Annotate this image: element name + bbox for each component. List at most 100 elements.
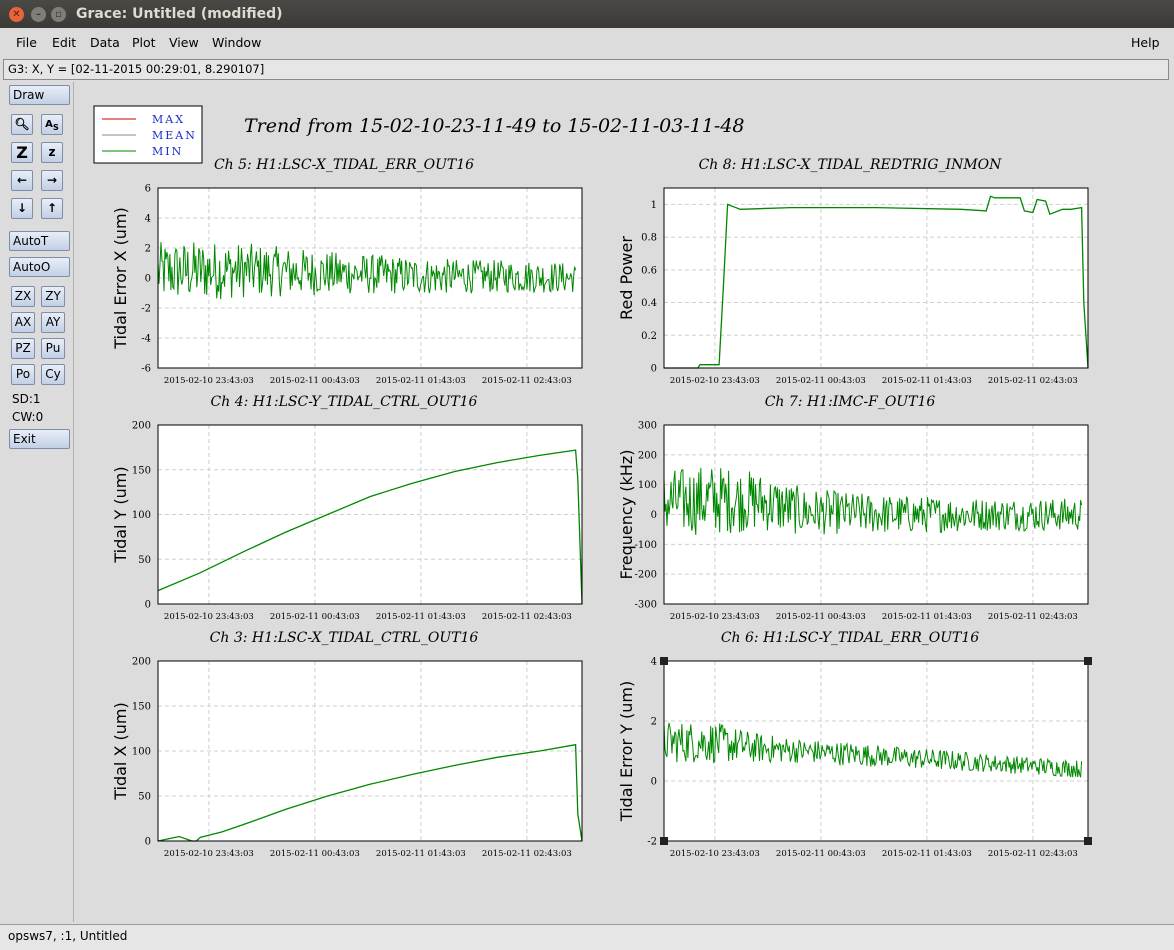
zoom-in-icon[interactable]: Z — [11, 142, 33, 163]
legend-max-label: MAX — [152, 113, 185, 126]
chart-title: Ch 5: H1:LSC-X_TIDAL_ERR_OUT16 — [214, 157, 474, 173]
y-tick-label: 4 — [145, 214, 151, 225]
close-window-icon[interactable]: ✕ — [9, 7, 24, 22]
y-tick-label: 200 — [132, 421, 151, 432]
y-tick-label: 100 — [638, 480, 657, 491]
plot-area[interactable]: MAX MEAN MIN Trend from 15-02-10-23-11-4… — [76, 80, 1160, 898]
zx-button[interactable]: ZX — [11, 286, 35, 307]
y-tick-label: -300 — [635, 600, 657, 611]
menu-file[interactable]: File — [16, 35, 37, 50]
menu-window[interactable]: Window — [212, 35, 261, 50]
legend-min-label: MIN — [152, 145, 183, 158]
y-tick-label: 300 — [638, 421, 657, 432]
graph-canvas[interactable]: MAX MEAN MIN Trend from 15-02-10-23-11-4… — [76, 80, 1160, 898]
y-tick-label: 200 — [132, 657, 151, 668]
window-title: Grace: Untitled (modified) — [76, 6, 283, 22]
chart-6: 4 2 0 -2 2015-02-10 23:43:03 2015-02-11 00:43… — [617, 630, 1089, 859]
maximize-window-icon[interactable]: ▫ — [51, 7, 66, 22]
cw-label: CW:0 — [12, 410, 44, 424]
y-tick-label: 200 — [638, 450, 657, 461]
zoom-out-icon[interactable]: z — [41, 142, 63, 163]
chart-title: Ch 6: H1:LSC-Y_TIDAL_ERR_OUT16 — [721, 630, 979, 646]
chart-title: Ch 8: H1:LSC-X_TIDAL_REDTRIG_INMON — [699, 157, 1003, 173]
arrow-down-icon[interactable]: ↓ — [11, 198, 33, 219]
y-tick-label: 0 — [651, 510, 657, 521]
arrow-right-icon[interactable]: → — [41, 170, 63, 191]
selection-handle — [1084, 657, 1092, 665]
chart-title: Ch 3: H1:LSC-X_TIDAL_CTRL_OUT16 — [210, 630, 479, 646]
x-tick-label: 2015-02-11 00:43:03 — [270, 612, 360, 622]
chart-1: 6 4 2 0 -2 -4 -6 2015-02-10 23:43:03 2015-02-11 … — [111, 157, 583, 386]
canvas-scroll-area[interactable] — [76, 898, 1160, 922]
autoo-button[interactable]: AutoO — [9, 257, 70, 277]
zoom-icon[interactable]: 🔍︎ — [11, 114, 33, 135]
x-tick-label: 2015-02-11 00:43:03 — [776, 612, 866, 622]
x-tick-label: 2015-02-10 23:43:03 — [164, 849, 254, 859]
x-tick-label: 2015-02-11 01:43:03 — [376, 849, 466, 859]
menu-plot[interactable]: Plot — [132, 35, 156, 50]
x-tick-label: 2015-02-11 01:43:03 — [882, 612, 972, 622]
y-tick-label: 0.4 — [641, 298, 657, 309]
x-tick-label: 2015-02-11 00:43:03 — [776, 849, 866, 859]
x-tick-label: 2015-02-11 02:43:03 — [482, 612, 572, 622]
x-tick-label: 2015-02-10 23:43:03 — [164, 612, 254, 622]
exit-button[interactable]: Exit — [9, 429, 70, 449]
cy-button[interactable]: Cy — [41, 364, 65, 385]
ay-button[interactable]: AY — [41, 312, 65, 333]
y-tick-label: 0 — [651, 777, 657, 788]
y-tick-label: 6 — [145, 184, 151, 195]
chart-title: Ch 4: H1:LSC-Y_TIDAL_CTRL_OUT16 — [211, 394, 478, 410]
y-tick-label: 0 — [145, 837, 151, 848]
legend-box[interactable]: MAX MEAN MIN — [93, 105, 203, 164]
y-tick-label: -2 — [647, 837, 657, 848]
x-tick-label: 2015-02-11 01:43:03 — [882, 376, 972, 386]
x-tick-label: 2015-02-11 00:43:03 — [270, 376, 360, 386]
x-tick-label: 2015-02-11 01:43:03 — [376, 376, 466, 386]
tool-panel: Draw 🔍︎ AS Z z ← → ↓ ↑ AutoT AutoO ZX ZY… — [4, 82, 74, 922]
pu-button[interactable]: Pu — [41, 338, 65, 359]
pz-button[interactable]: PZ — [11, 338, 35, 359]
minimize-window-icon[interactable]: – — [31, 7, 46, 22]
title-bar: ✕ – ▫ Grace: Untitled (modified) — [0, 0, 1174, 28]
autot-button[interactable]: AutoT — [9, 231, 70, 251]
draw-button[interactable]: Draw — [9, 85, 70, 105]
y-axis-label: Tidal Y (um) — [111, 466, 130, 563]
y-tick-label: 50 — [138, 792, 151, 803]
y-tick-label: 1 — [651, 200, 657, 211]
menu-bar: File Edit Data Plot View Window Help — [0, 28, 1174, 58]
arrow-up-icon[interactable]: ↑ — [41, 198, 63, 219]
x-tick-label: 2015-02-11 00:43:03 — [270, 849, 360, 859]
y-tick-label: 0 — [145, 600, 151, 611]
zy-button[interactable]: ZY — [41, 286, 65, 307]
sd-label: SD:1 — [12, 392, 41, 406]
menu-data[interactable]: Data — [90, 35, 120, 50]
x-tick-label: 2015-02-10 23:43:03 — [670, 849, 760, 859]
y-tick-label: 4 — [651, 657, 657, 668]
menu-edit[interactable]: Edit — [52, 35, 76, 50]
y-tick-label: -4 — [141, 334, 151, 345]
y-tick-label: -6 — [141, 364, 151, 375]
menu-view[interactable]: View — [169, 35, 199, 50]
chart-5: 200 150 100 50 0 2015-02-10 23:43:03 2015-02-1… — [111, 630, 583, 859]
x-tick-label: 2015-02-11 01:43:03 — [376, 612, 466, 622]
legend-mean-label: MEAN — [152, 129, 197, 142]
locator-readout: G3: X, Y = [02-11-2015 00:29:01, 8.29010… — [3, 59, 1169, 80]
y-tick-label: 0.8 — [641, 233, 657, 244]
autoscale-text-icon[interactable]: AS — [41, 114, 63, 135]
arrow-left-icon[interactable]: ← — [11, 170, 33, 191]
y-axis-label: Tidal X (um) — [111, 702, 130, 800]
menu-help[interactable]: Help — [1131, 35, 1160, 50]
y-tick-label: 100 — [132, 747, 151, 758]
y-axis-label: Frequency (kHz) — [617, 450, 636, 580]
po-button[interactable]: Po — [11, 364, 35, 385]
y-axis-label: Tidal Error Y (um) — [617, 681, 636, 822]
x-tick-label: 2015-02-11 02:43:03 — [988, 849, 1078, 859]
y-tick-label: 150 — [132, 465, 151, 476]
x-tick-label: 2015-02-11 02:43:03 — [988, 612, 1078, 622]
x-tick-label: 2015-02-11 00:43:03 — [776, 376, 866, 386]
y-tick-label: 150 — [132, 702, 151, 713]
y-tick-label: 100 — [132, 510, 151, 521]
x-tick-label: 2015-02-11 02:43:03 — [988, 376, 1078, 386]
y-tick-label: 0 — [145, 274, 151, 285]
ax-button[interactable]: AX — [11, 312, 35, 333]
